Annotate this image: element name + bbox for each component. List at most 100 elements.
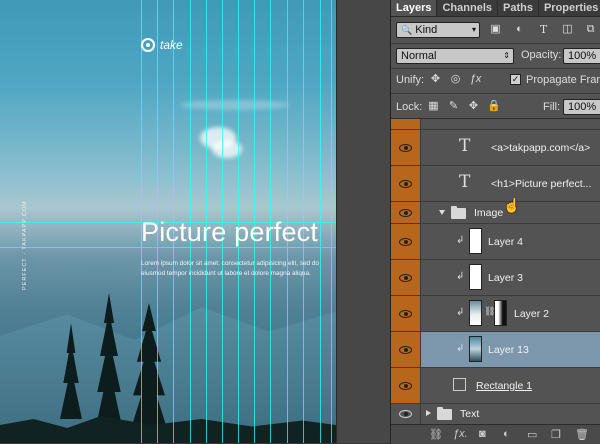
layer-name[interactable]: Text xyxy=(460,408,479,420)
visibility-toggle[interactable] xyxy=(391,166,421,201)
layer-row[interactable]: T <a>takpapp.com</a> xyxy=(391,130,600,166)
unify-position-icon[interactable]: ✥ xyxy=(429,73,442,86)
visibility-toggle[interactable] xyxy=(391,296,421,331)
layer-name[interactable]: Image xyxy=(474,207,503,219)
layer-row-selected[interactable]: ↲ Layer 13 xyxy=(391,332,600,368)
visibility-toggle[interactable] xyxy=(391,130,421,165)
new-layer-icon[interactable]: ❐ xyxy=(551,428,561,441)
layer-name[interactable]: <a>takpapp.com</a> xyxy=(491,142,590,154)
trash-icon[interactable]: 🗑 xyxy=(575,428,589,441)
logo: take xyxy=(141,38,183,52)
fill-input[interactable]: 100% xyxy=(563,99,600,115)
eye-icon xyxy=(399,208,412,217)
layer-name[interactable]: Layer 3 xyxy=(488,272,523,284)
visibility-toggle[interactable] xyxy=(391,119,421,129)
tab-properties[interactable]: Properties xyxy=(539,0,600,16)
visibility-toggle[interactable] xyxy=(391,368,421,403)
new-group-icon[interactable]: ▭ xyxy=(527,428,537,441)
tab-paths[interactable]: Paths xyxy=(498,0,539,16)
layer-row[interactable]: ↲ Layer 3 xyxy=(391,260,600,296)
propagate-frame-checkbox[interactable]: ✓ xyxy=(510,74,521,85)
layer-thumbnail xyxy=(469,300,482,326)
layer-group-row[interactable]: Image xyxy=(391,202,600,224)
add-mask-icon[interactable]: ◙ xyxy=(479,428,486,440)
layer-list[interactable]: T <a>takpapp.com</a> T <h1>Picture perfe… xyxy=(391,119,600,424)
document-canvas[interactable]: take Picture perfect Lorem ipsum dolor s… xyxy=(0,0,336,443)
eye-icon xyxy=(399,237,412,246)
adjustment-filter-icon[interactable]: ◐ xyxy=(513,23,526,36)
eye-icon xyxy=(399,309,412,318)
layer-name[interactable]: <h1>Picture perfect... xyxy=(491,178,591,190)
kind-filter-select[interactable]: 🔍 Kind ▾ xyxy=(396,22,480,38)
visibility-toggle[interactable] xyxy=(391,202,421,223)
headline: Picture perfect xyxy=(141,217,319,247)
expand-triangle-icon[interactable] xyxy=(426,410,431,416)
divider xyxy=(391,93,600,94)
opacity-input[interactable]: 100% xyxy=(563,48,600,64)
eye-icon xyxy=(399,179,412,188)
lock-move-icon[interactable]: ✥ xyxy=(467,100,480,113)
search-icon: 🔍 xyxy=(401,25,413,35)
visibility-toggle[interactable] xyxy=(391,224,421,259)
layer-style-icon[interactable]: ƒx. xyxy=(453,428,468,440)
shape-layer-icon xyxy=(453,378,466,391)
lock-all-icon[interactable]: 🔒 xyxy=(487,100,501,113)
layers-panel: Layers Channels Paths Properties 🔍 Kind … xyxy=(390,0,600,444)
lock-label: Lock: xyxy=(396,101,423,113)
canvas-gutter xyxy=(336,0,391,443)
layer-group-row[interactable]: Text xyxy=(391,404,600,424)
link-layers-icon[interactable]: ⛓ xyxy=(429,428,443,441)
body-text: Lorem ipsum dolor sit amet, consectetur … xyxy=(141,260,319,277)
layer-thumbnail xyxy=(469,228,482,254)
folder-icon xyxy=(451,206,466,219)
layer-row-partial[interactable] xyxy=(391,119,600,130)
layer-name[interactable]: Layer 13 xyxy=(488,344,529,356)
clipping-mask-icon: ↲ xyxy=(456,343,465,354)
text-layer-icon: T xyxy=(459,136,471,156)
eye-icon xyxy=(399,273,412,282)
visibility-toggle[interactable] xyxy=(391,404,421,424)
unify-style-icon[interactable]: ƒx xyxy=(469,73,482,86)
blend-mode-value: Normal xyxy=(401,50,437,62)
divider xyxy=(391,43,600,44)
visibility-toggle[interactable] xyxy=(391,260,421,295)
layer-thumbnail xyxy=(469,264,482,290)
eye-icon xyxy=(399,381,412,390)
chevron-updown-icon: ⇕ xyxy=(503,51,510,60)
hand-cursor-icon: ☝ xyxy=(503,197,521,213)
blend-mode-select[interactable]: Normal ⇕ xyxy=(396,48,514,64)
layer-row[interactable]: ↲ ⛓ Layer 2 xyxy=(391,296,600,332)
smart-object-filter-icon[interactable]: ⧉ xyxy=(584,23,597,36)
logo-text: take xyxy=(160,38,183,52)
chevron-down-icon: ▾ xyxy=(471,25,476,34)
shape-filter-icon[interactable]: ◫ xyxy=(561,23,574,36)
unify-visibility-icon[interactable]: ◎ xyxy=(449,73,462,86)
logo-ring-icon xyxy=(141,38,155,52)
fill-label: Fill: xyxy=(543,101,561,113)
opacity-label: Opacity: xyxy=(521,49,562,61)
mountain-range-near xyxy=(0,307,336,443)
layer-row[interactable]: ↲ Layer 4 xyxy=(391,224,600,260)
layer-name[interactable]: Rectangle 1 xyxy=(476,380,532,392)
panel-tabs: Layers Channels Paths Properties xyxy=(391,0,600,17)
layer-thumbnail xyxy=(469,336,482,362)
pixel-filter-icon[interactable]: ▣ xyxy=(489,23,502,36)
eye-icon xyxy=(399,143,412,152)
layer-row[interactable]: T <h1>Picture perfect... xyxy=(391,166,600,202)
adjustment-layer-icon[interactable]: ◐ xyxy=(503,428,510,440)
clipping-mask-icon: ↲ xyxy=(456,271,465,282)
lock-paint-icon[interactable]: ✎ xyxy=(447,100,460,113)
layers-panel-footer: ⛓ ƒx. ◙ ◐ ▭ ❐ 🗑 xyxy=(391,424,600,444)
expand-triangle-icon[interactable] xyxy=(439,210,445,215)
lock-transparent-icon[interactable]: ▦ xyxy=(427,100,440,113)
layer-row[interactable]: Rectangle 1 xyxy=(391,368,600,404)
tab-channels[interactable]: Channels xyxy=(437,0,498,16)
tab-layers[interactable]: Layers xyxy=(391,0,438,16)
folder-icon xyxy=(437,407,452,420)
type-filter-icon[interactable]: T xyxy=(537,23,550,36)
layer-name[interactable]: Layer 2 xyxy=(514,308,549,320)
clipping-mask-icon: ↲ xyxy=(456,235,465,246)
visibility-toggle[interactable] xyxy=(391,332,421,367)
layer-name[interactable]: Layer 4 xyxy=(488,236,523,248)
cloud xyxy=(180,100,290,110)
